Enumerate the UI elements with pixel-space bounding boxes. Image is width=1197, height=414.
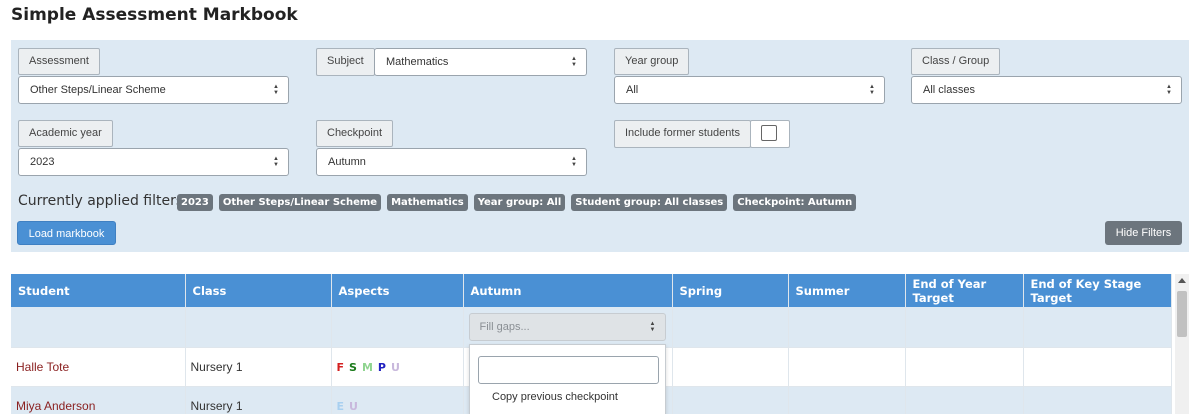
aspect-letter[interactable]: S [349, 361, 357, 374]
spring-cell[interactable] [672, 347, 789, 387]
checkpoint-label: Checkpoint [316, 120, 394, 147]
table-scrollbar[interactable] [1175, 274, 1189, 414]
table-cell [11, 307, 186, 348]
aspects-cell: EU [331, 386, 464, 414]
year-group-value: All [626, 84, 639, 96]
dropdown-search-input[interactable] [478, 356, 659, 384]
summer-cell[interactable] [788, 386, 906, 414]
end-of-key-stage-target-cell[interactable] [1023, 347, 1172, 387]
include-former-label: Include former students [614, 120, 751, 148]
assessment-select[interactable]: Other Steps/Linear Scheme ▲ ▼ [18, 76, 289, 104]
aspect-letter[interactable]: U [349, 400, 358, 413]
student-class: Nursery 1 [185, 347, 332, 387]
fill-gaps-select[interactable]: Fill gaps... ▲ ▼ [468, 312, 666, 341]
checkpoint-value: Autumn [328, 156, 366, 168]
sort-arrows-icon: ▲ ▼ [571, 156, 577, 168]
sort-arrows-icon: ▲ ▼ [649, 320, 656, 333]
sort-arrows-icon: ▲ ▼ [273, 84, 279, 96]
sort-arrows-icon: ▲ ▼ [1166, 84, 1172, 96]
table-cell: Fill gaps... ▲ ▼ [463, 307, 673, 348]
column-header-end-of-year-target[interactable]: End of Year Target [905, 274, 1024, 307]
fill-gaps-dropdown: Copy previous checkpoint [469, 344, 666, 414]
fill-gaps-row: Fill gaps... ▲ ▼ [11, 307, 1172, 348]
page-title: Simple Assessment Markbook [11, 5, 298, 25]
subject-label: Subject [316, 48, 375, 76]
filter-badge: Checkpoint: Autumn [733, 194, 857, 211]
spring-cell[interactable] [672, 386, 789, 414]
column-header-spring[interactable]: Spring [672, 274, 789, 307]
filter-badge: 2023 [177, 194, 213, 211]
table-cell [905, 307, 1024, 348]
scroll-up-arrow-icon[interactable] [1178, 278, 1186, 283]
filter-badge: Mathematics [387, 194, 468, 211]
include-former-checkbox[interactable] [761, 125, 777, 141]
column-header-summer[interactable]: Summer [788, 274, 906, 307]
filter-panel: Assessment Other Steps/Linear Scheme ▲ ▼ … [11, 40, 1189, 252]
assessment-value: Other Steps/Linear Scheme [30, 84, 166, 96]
sort-arrows-icon: ▲ ▼ [571, 56, 577, 68]
table-header-row: Student Class Aspects Autumn Spring Summ… [11, 274, 1172, 307]
column-header-end-of-key-stage-target[interactable]: End of Key Stage Target [1023, 274, 1172, 307]
hide-filters-button[interactable]: Hide Filters [1105, 221, 1182, 245]
applied-filters-label: Currently applied filters: [18, 193, 188, 209]
class-group-select[interactable]: All classes ▲ ▼ [911, 76, 1182, 104]
summer-cell[interactable] [788, 347, 906, 387]
year-group-select[interactable]: All ▲ ▼ [614, 76, 885, 104]
student-class: Nursery 1 [185, 386, 332, 414]
sort-arrows-icon: ▲ ▼ [869, 84, 875, 96]
table-cell [331, 307, 464, 348]
aspect-letter[interactable]: E [337, 400, 345, 413]
column-header-autumn[interactable]: Autumn [463, 274, 673, 307]
end-of-year-target-cell[interactable] [905, 386, 1024, 414]
checkpoint-select[interactable]: Autumn ▲ ▼ [316, 148, 587, 176]
sort-arrows-icon: ▲ ▼ [273, 156, 279, 168]
class-group-label: Class / Group [911, 48, 1001, 75]
academic-year-label: Academic year [18, 120, 113, 147]
table-cell [185, 307, 332, 348]
filter-badge: Year group: All [473, 194, 566, 211]
filter-badge: Student group: All classes [571, 194, 728, 211]
applied-filters-badges: 2023 Other Steps/Linear Scheme Mathemati… [177, 194, 857, 211]
assessment-label: Assessment [18, 48, 100, 75]
aspect-letter[interactable]: F [337, 361, 345, 374]
copy-previous-checkpoint-option[interactable]: Copy previous checkpoint [492, 391, 618, 403]
aspect-letter[interactable]: M [362, 361, 373, 374]
column-header-aspects[interactable]: Aspects [331, 274, 464, 307]
class-group-value: All classes [923, 84, 975, 96]
aspect-letter[interactable]: P [378, 361, 386, 374]
scrollbar-thumb[interactable] [1177, 291, 1187, 337]
subject-value: Mathematics [386, 56, 449, 68]
include-former-checkbox-wrap[interactable] [750, 120, 790, 148]
fill-gaps-placeholder: Fill gaps... [479, 320, 530, 333]
end-of-year-target-cell[interactable] [905, 347, 1024, 387]
academic-year-select[interactable]: 2023 ▲ ▼ [18, 148, 289, 176]
table-cell [788, 307, 906, 348]
student-name[interactable]: Halle Tote [11, 347, 186, 387]
aspect-letter[interactable]: U [391, 361, 400, 374]
column-header-student[interactable]: Student [11, 274, 186, 307]
aspects-cell: FSMPU [331, 347, 464, 387]
student-name[interactable]: Miya Anderson [11, 386, 186, 414]
table-cell [672, 307, 789, 348]
table-cell [1023, 307, 1172, 348]
academic-year-value: 2023 [30, 156, 55, 168]
end-of-key-stage-target-cell[interactable] [1023, 386, 1172, 414]
filter-badge: Other Steps/Linear Scheme [218, 194, 382, 211]
subject-select[interactable]: Mathematics ▲ ▼ [374, 48, 587, 76]
year-group-label: Year group [614, 48, 690, 75]
load-markbook-button[interactable]: Load markbook [17, 221, 116, 245]
column-header-class[interactable]: Class [185, 274, 332, 307]
